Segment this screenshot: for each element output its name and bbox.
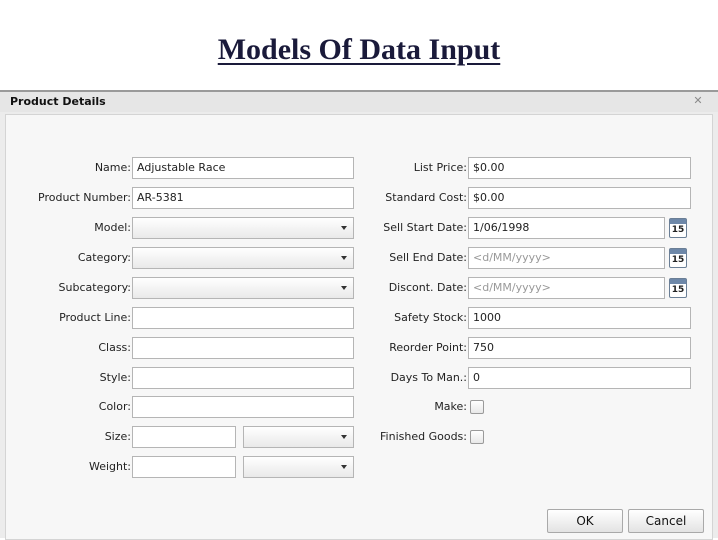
dialog-title: Product Details [10,95,106,108]
sell-start-date-field[interactable]: 1/06/1998 [468,217,665,239]
model-label: Model: [94,221,131,234]
sell-end-date-label: Sell End Date: [389,251,467,264]
class-field[interactable] [132,337,354,359]
discont-date-field[interactable]: <d/MM/yyyy> [468,277,665,299]
name-field[interactable]: Adjustable Race [132,157,354,179]
days-to-man-field[interactable]: 0 [468,367,691,389]
weight-unit-select[interactable] [243,456,354,478]
product-number-label: Product Number: [38,191,131,204]
standard-cost-label: Standard Cost: [385,191,467,204]
close-icon[interactable]: ✕ [692,95,704,107]
product-number-field[interactable]: AR-5381 [132,187,354,209]
slide-title-text: Models Of Data Input [217,33,501,66]
color-label: Color: [98,400,131,413]
chevron-down-icon [341,465,347,469]
calendar-day: 15 [671,285,685,295]
list-price-field[interactable]: $0.00 [468,157,691,179]
calendar-icon[interactable]: 15 [669,218,687,238]
product-details-dialog: Product Details ✕ Name: Adjustable Race … [0,90,718,540]
subcategory-label: Subcategory: [58,281,131,294]
product-line-field[interactable] [132,307,354,329]
style-field[interactable] [132,367,354,389]
model-select[interactable] [132,217,354,239]
discont-date-label: Discont. Date: [388,281,467,294]
make-label: Make: [434,400,467,413]
calendar-day: 15 [671,225,685,235]
finished-goods-checkbox[interactable] [470,430,484,444]
color-field[interactable] [132,396,354,418]
cancel-button[interactable]: Cancel [628,509,704,533]
reorder-point-field[interactable]: 750 [468,337,691,359]
class-label: Class: [98,341,131,354]
dialog-body: Name: Adjustable Race Product Number: AR… [5,114,713,540]
weight-label: Weight: [88,460,131,473]
style-label: Style: [99,371,131,384]
sell-end-date-field[interactable]: <d/MM/yyyy> [468,247,665,269]
calendar-icon[interactable]: 15 [669,248,687,268]
make-checkbox[interactable] [470,400,484,414]
size-unit-select[interactable] [243,426,354,448]
size-label: Size: [104,430,131,443]
safety-stock-label: Safety Stock: [394,311,467,324]
dialog-header: Product Details ✕ [0,92,718,112]
size-field[interactable] [132,426,236,448]
safety-stock-field[interactable]: 1000 [468,307,691,329]
slide-title: Models Of Data Input [0,33,718,67]
ok-button[interactable]: OK [547,509,623,533]
calendar-day: 15 [671,255,685,265]
subcategory-select[interactable] [132,277,354,299]
reorder-point-label: Reorder Point: [389,341,467,354]
finished-goods-label: Finished Goods: [380,430,467,443]
calendar-icon[interactable]: 15 [669,278,687,298]
category-label: Category: [77,251,131,264]
days-to-man-label: Days To Man.: [390,371,467,384]
standard-cost-field[interactable]: $0.00 [468,187,691,209]
sell-start-date-label: Sell Start Date: [383,221,467,234]
weight-field[interactable] [132,456,236,478]
name-label: Name: [94,161,131,174]
list-price-label: List Price: [413,161,467,174]
category-select[interactable] [132,247,354,269]
product-line-label: Product Line: [59,311,131,324]
